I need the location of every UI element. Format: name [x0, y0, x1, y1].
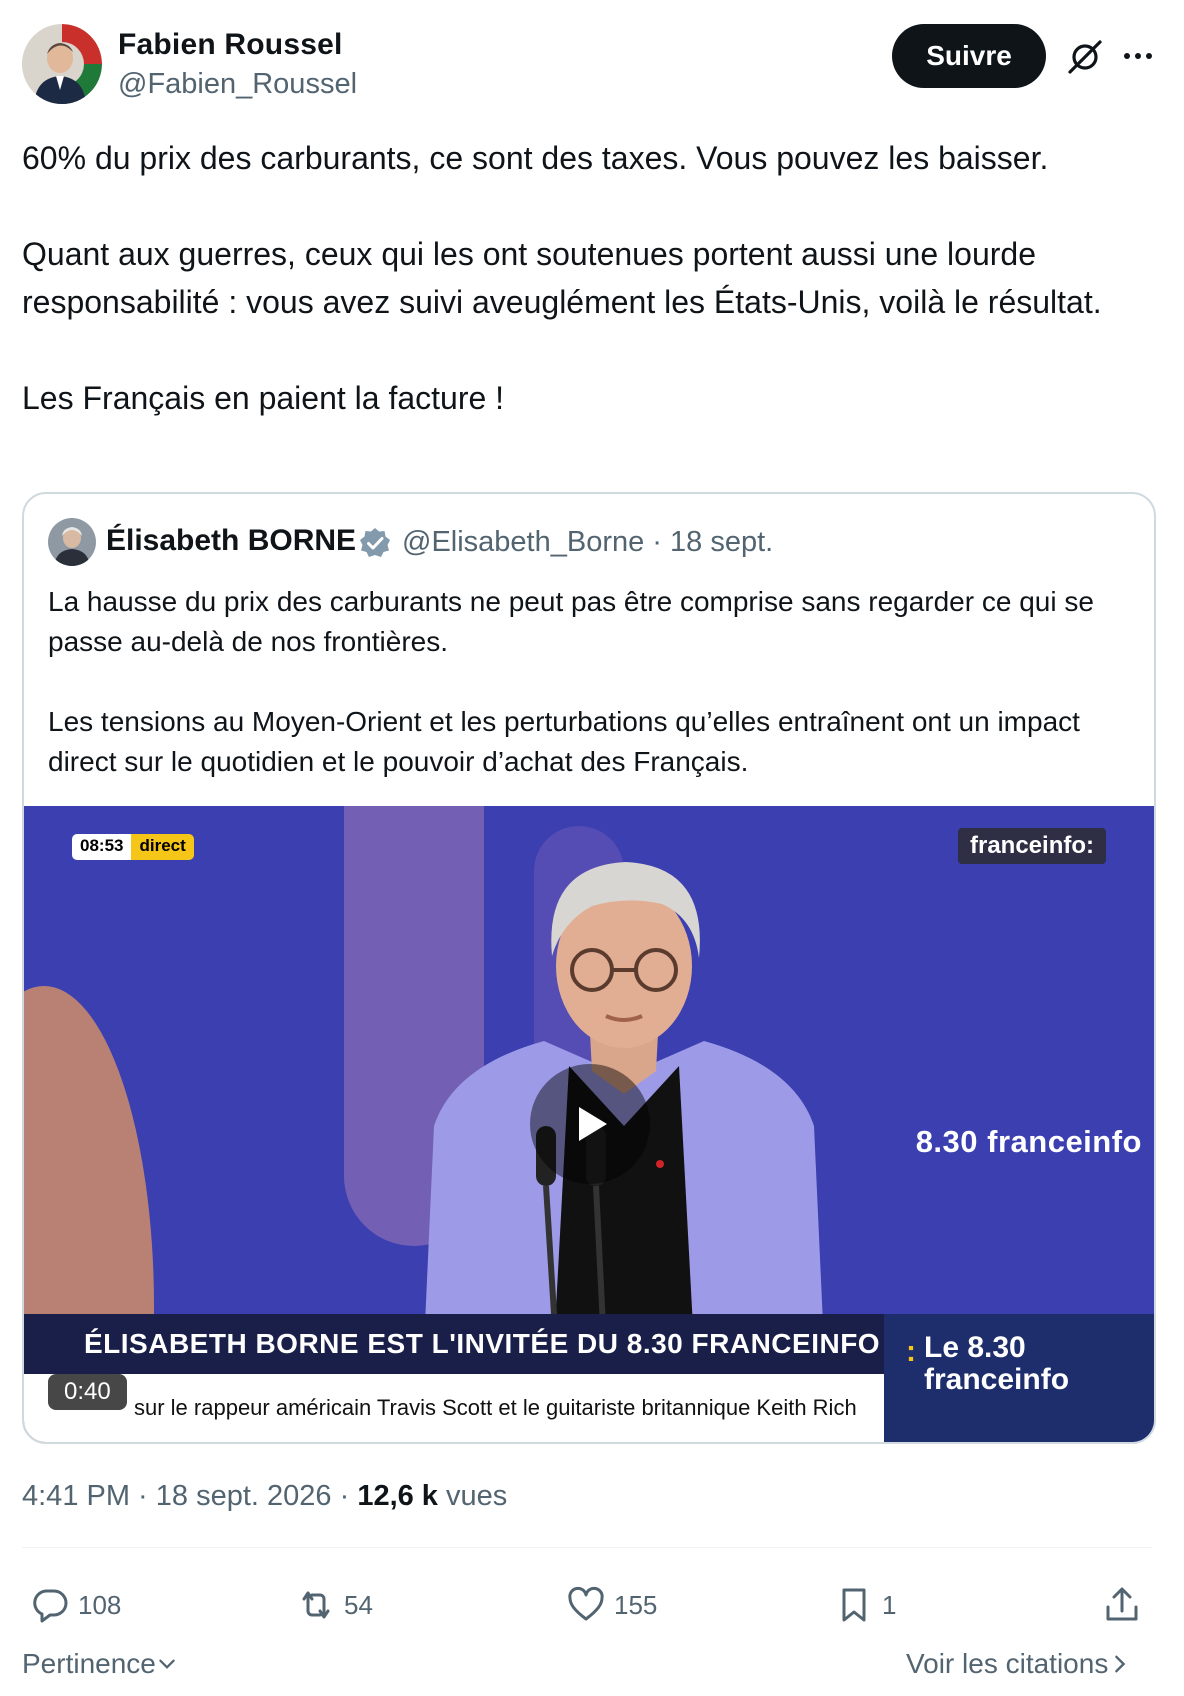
- quote-author-name[interactable]: Élisabeth BORNE: [106, 524, 356, 558]
- divider: [22, 1547, 1152, 1548]
- side-box-line1: Le 8.30: [924, 1331, 1026, 1364]
- share-button[interactable]: [1102, 1580, 1142, 1630]
- show-name: 8.30 franceinfo: [915, 1124, 1142, 1159]
- tweet-text: 60% du prix des carburants, ce sont des …: [22, 134, 1152, 422]
- quote-paragraph: Les tensions au Moyen-Orient et les pert…: [48, 706, 1080, 777]
- verified-badge-icon: [358, 526, 392, 560]
- bookmark-icon: [842, 1588, 866, 1622]
- live-label: direct: [131, 834, 194, 860]
- tweet-meta: 4:41 PM · 18 sept. 2026 · 12,6 k vues: [22, 1480, 507, 1513]
- tweet-paragraph: Les Français en paient la facture !: [22, 380, 505, 416]
- chevron-down-icon: [159, 1659, 175, 1669]
- author-name[interactable]: Fabien Roussel: [118, 28, 343, 62]
- quoted-tweet[interactable]: Élisabeth BORNE @Elisabeth_Borne · 18 se…: [22, 492, 1156, 1444]
- quote-text: La hausse du prix des carburants ne peut…: [48, 582, 1138, 782]
- chevron-right-icon: [1115, 1655, 1126, 1673]
- reply-count: 108: [78, 1589, 122, 1620]
- video-player[interactable]: 08:53 direct franceinfo: 8.30 franceinfo…: [24, 806, 1154, 1442]
- author-handle[interactable]: @Fabien_Roussel: [118, 68, 357, 101]
- live-badge: 08:53 direct: [72, 834, 194, 860]
- author-avatar[interactable]: [22, 24, 102, 104]
- quote-author-avatar[interactable]: [48, 518, 96, 566]
- quote-paragraph: La hausse du prix des carburants ne peut…: [48, 586, 1094, 657]
- view-quotes-link[interactable]: Voir les citations: [906, 1648, 1132, 1680]
- live-time: 08:53: [72, 834, 132, 860]
- video-banner: ÉLISABETH BORNE EST L'INVITÉE DU 8.30 FR…: [24, 1314, 884, 1374]
- views-label: vues: [437, 1480, 508, 1512]
- bookmark-button[interactable]: 1: [834, 1580, 896, 1630]
- like-button[interactable]: 155: [566, 1580, 657, 1630]
- channel-logo: franceinfo:: [957, 828, 1106, 864]
- like-count: 155: [614, 1589, 658, 1620]
- grok-icon[interactable]: [1066, 38, 1104, 76]
- sort-dropdown[interactable]: Pertinence: [22, 1648, 178, 1680]
- play-button[interactable]: [530, 1064, 650, 1184]
- share-icon: [1106, 1587, 1138, 1621]
- reply-button[interactable]: 108: [30, 1580, 121, 1630]
- quotes-label: Voir les citations: [906, 1648, 1109, 1679]
- video-ticker: sur le rappeur américain Travis Scott et…: [24, 1374, 884, 1442]
- more-options-icon[interactable]: [1120, 38, 1156, 74]
- views-count: 12,6 k: [357, 1480, 438, 1512]
- follow-button[interactable]: Suivre: [892, 24, 1046, 88]
- heart-icon: [568, 1586, 604, 1621]
- show-side-box: : Le 8.30 franceinfo: [884, 1314, 1154, 1442]
- play-icon: [579, 1107, 607, 1141]
- quote-handle-date[interactable]: @Elisabeth_Borne · 18 sept.: [402, 526, 773, 559]
- tweet-timestamp[interactable]: 4:41 PM · 18 sept. 2026 ·: [22, 1480, 357, 1512]
- sort-label: Pertinence: [22, 1648, 156, 1679]
- side-box-line2: franceinfo: [924, 1363, 1070, 1396]
- tweet-paragraph: 60% du prix des carburants, ce sont des …: [22, 140, 1049, 176]
- reply-icon: [33, 1589, 68, 1623]
- retweet-count: 54: [344, 1589, 373, 1620]
- retweet-button[interactable]: 54: [296, 1580, 373, 1630]
- video-duration: 0:40: [48, 1374, 127, 1410]
- bookmark-count: 1: [882, 1589, 897, 1620]
- tweet-paragraph: Quant aux guerres, ceux qui les ont sout…: [22, 236, 1102, 320]
- side-box-colon: :: [906, 1335, 916, 1368]
- retweet-icon: [302, 1591, 330, 1619]
